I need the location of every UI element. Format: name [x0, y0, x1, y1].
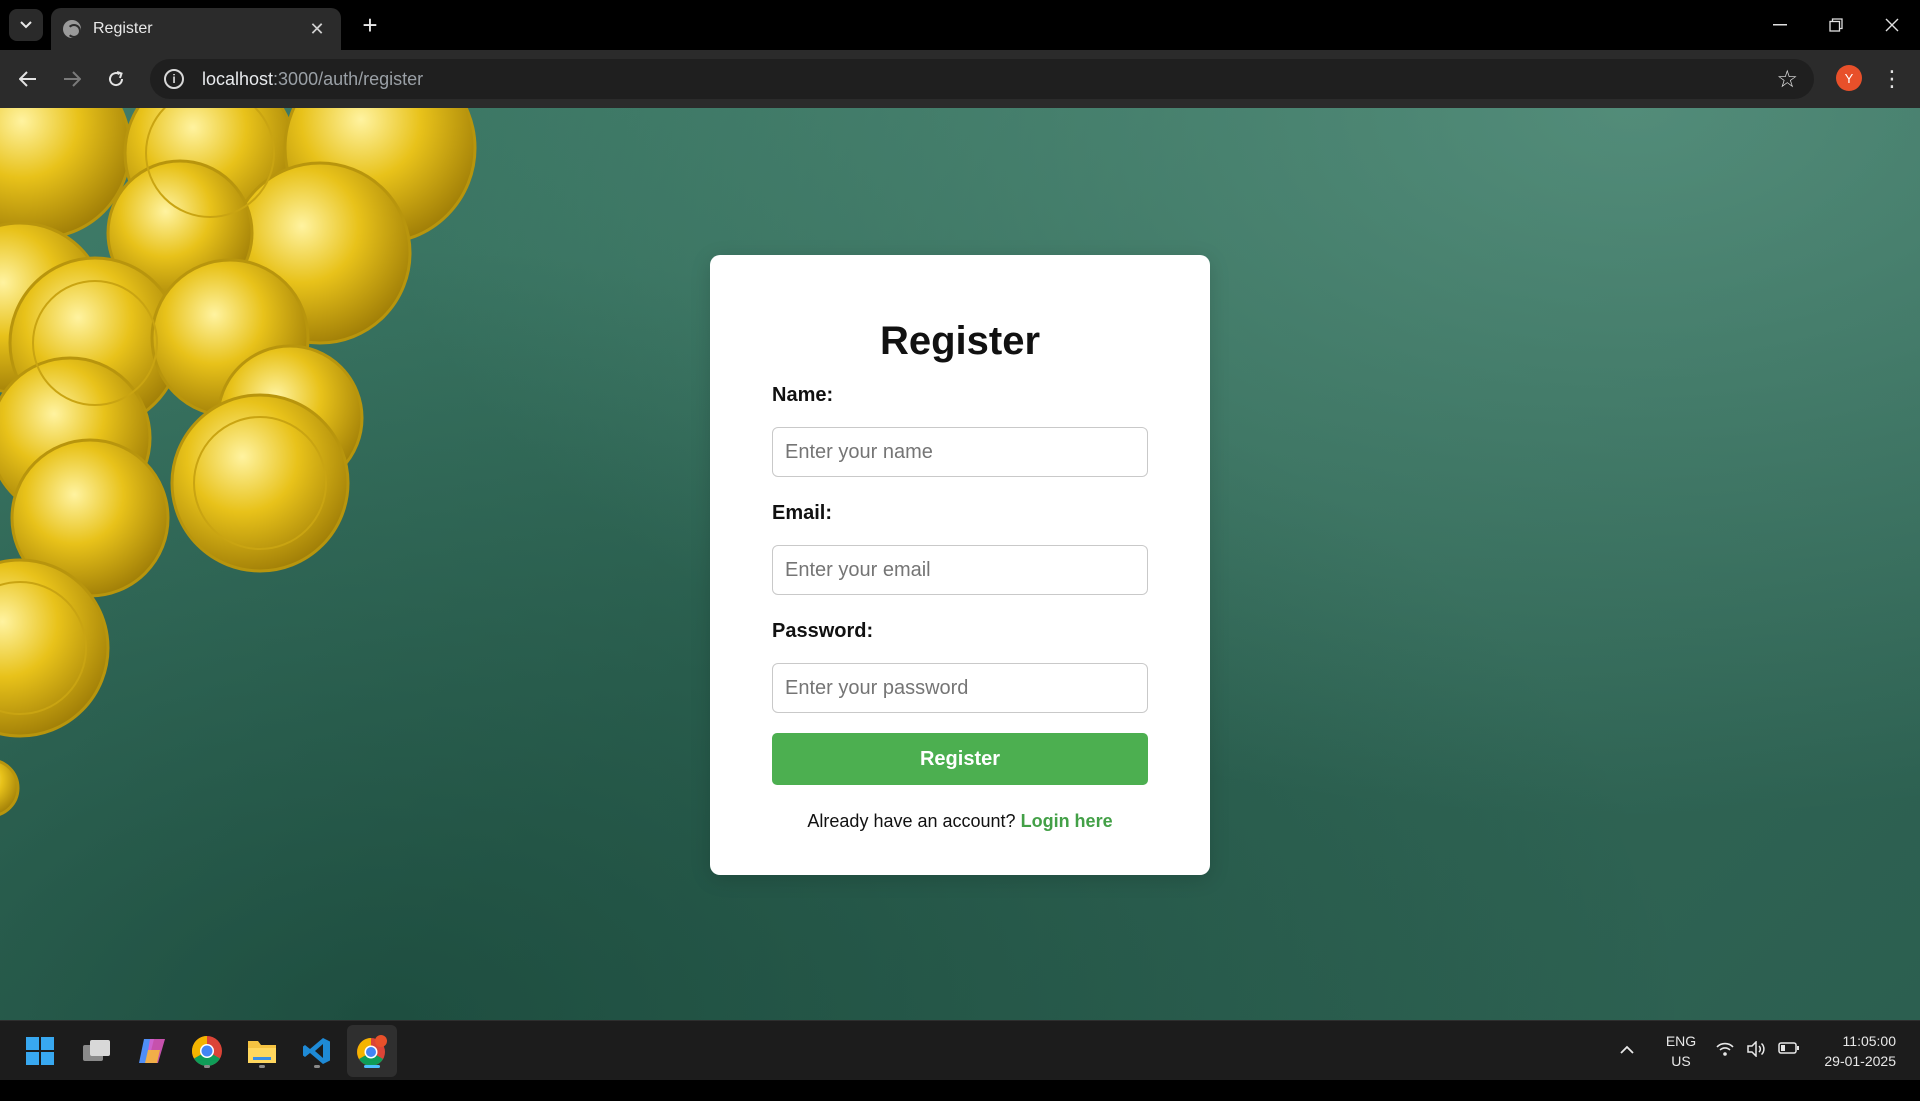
battery-icon [1778, 1042, 1799, 1054]
register-card: Register Name: Email: Password: Register… [710, 255, 1210, 875]
login-link[interactable]: Login here [1021, 811, 1113, 831]
tab-search-button[interactable] [9, 9, 43, 41]
page-title: Register [879, 319, 1041, 363]
gold-coins-image [0, 108, 477, 816]
system-clock[interactable]: 11:05:00 29-01-2025 [1810, 1031, 1896, 1091]
profile-avatar[interactable]: Y [1836, 65, 1862, 91]
minimize-button[interactable] [1752, 0, 1808, 50]
login-prompt: Already have an account? Login here [772, 811, 1148, 832]
wifi-icon [1716, 1042, 1734, 1056]
volume-icon [1747, 1041, 1765, 1057]
name-label: Name: [772, 384, 834, 406]
copilot-icon[interactable] [132, 1031, 172, 1071]
chevron-up-icon [1620, 1045, 1634, 1054]
browser-toolbar: i localhost:3000/auth/register ☆ Y ⋮ [0, 50, 1920, 108]
vscode-icon[interactable] [297, 1031, 337, 1071]
windows-start-icon[interactable] [20, 1031, 60, 1071]
close-window-button[interactable] [1864, 0, 1920, 50]
close-icon [1885, 18, 1899, 32]
tab-title: Register [93, 20, 153, 37]
task-view-icon[interactable] [77, 1031, 117, 1071]
new-tab-button[interactable]: + [354, 10, 386, 42]
url-text[interactable]: localhost:3000/auth/register [202, 69, 423, 90]
restore-button[interactable] [1808, 0, 1864, 50]
window-controls [1752, 0, 1920, 50]
forward-button[interactable] [54, 61, 90, 97]
arrow-right-icon [64, 71, 81, 87]
email-input[interactable] [772, 545, 1148, 595]
address-bar[interactable]: i localhost:3000/auth/register ☆ [150, 59, 1814, 99]
close-tab-icon[interactable]: ✕ [307, 19, 327, 40]
password-input[interactable] [772, 663, 1148, 713]
register-button[interactable]: Register [772, 733, 1148, 785]
bookmark-star-icon[interactable]: ☆ [1776, 65, 1798, 94]
reload-button[interactable] [98, 61, 134, 97]
globe-icon [63, 20, 81, 38]
chevron-down-icon [20, 21, 32, 29]
site-info-icon[interactable]: i [164, 69, 184, 89]
password-label: Password: [772, 620, 874, 642]
clock-time: 11:05:00 [1842, 1033, 1896, 1049]
arrow-left-icon [19, 71, 36, 87]
system-tray-icons[interactable] [1716, 1041, 1800, 1101]
name-input[interactable] [772, 427, 1148, 477]
chrome-profile-icon[interactable] [352, 1031, 392, 1071]
restore-icon [1829, 18, 1843, 32]
browser-menu-icon[interactable]: ⋮ [1880, 62, 1904, 96]
chrome-icon[interactable] [187, 1031, 227, 1071]
file-explorer-icon[interactable] [242, 1031, 282, 1071]
language-code: ENG [1665, 1033, 1697, 1049]
reload-icon [109, 71, 124, 87]
clock-date: 29-01-2025 [1824, 1053, 1896, 1069]
login-prompt-text: Already have an account? [807, 811, 1016, 831]
back-button[interactable] [10, 61, 46, 97]
windows-taskbar: ENG US 11:05:00 29-01-2025 [0, 1020, 1920, 1080]
region-code: US [1671, 1053, 1691, 1069]
page-background: Register Name: Email: Password: Register… [0, 108, 1920, 1020]
minimize-icon [1773, 24, 1787, 26]
email-label: Email: [772, 502, 833, 524]
language-indicator[interactable]: ENG US [1662, 1031, 1700, 1091]
show-hidden-icons-button[interactable] [1619, 1039, 1635, 1099]
browser-tab-active[interactable]: Register ✕ [51, 8, 341, 50]
browser-tab-strip: Register ✕ + [0, 0, 1920, 50]
